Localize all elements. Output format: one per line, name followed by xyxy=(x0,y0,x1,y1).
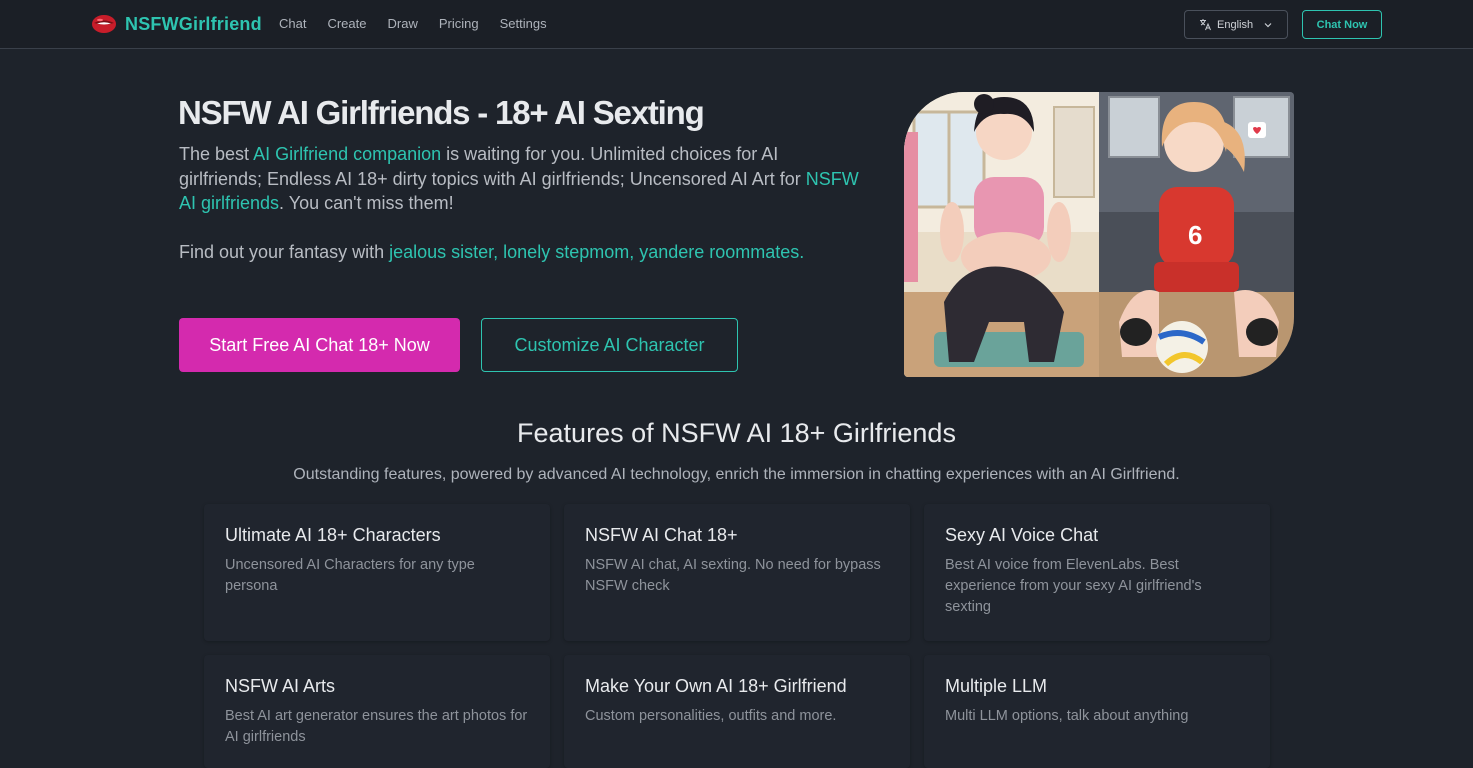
hero-desc-text-1: The best xyxy=(179,144,254,164)
hero-illustration: 6 xyxy=(904,92,1294,377)
feature-card-desc: Multi LLM options, talk about anything xyxy=(945,708,1189,724)
chat-now-button[interactable]: Chat Now xyxy=(1302,10,1382,39)
hero-artwork: 6 xyxy=(904,92,1294,377)
translate-icon xyxy=(1200,19,1211,31)
feature-card: NSFW AI Chat 18+ NSFW AI chat, AI sextin… xyxy=(564,504,910,641)
hero-desc-text-3: . You can't miss them! xyxy=(279,193,454,213)
feature-card-title: Multiple LLM xyxy=(945,676,1048,696)
feature-card: Ultimate AI 18+ Characters Uncensored AI… xyxy=(204,504,550,641)
feature-card-desc: Best AI voice from ElevenLabs. Best expe… xyxy=(945,557,1202,615)
language-label: English xyxy=(1217,18,1254,31)
hero-title: NSFW AI Girlfriends - 18+ AI Sexting xyxy=(178,94,705,131)
feature-card-title: NSFW AI Arts xyxy=(225,676,336,696)
feature-card: Make Your Own AI 18+ Girlfriend Custom p… xyxy=(564,655,910,768)
hero-description: The best AI Girlfriend companion is wait… xyxy=(179,142,859,216)
features-title: Features of NSFW AI 18+ Girlfriends xyxy=(517,418,956,448)
nav-link-draw[interactable]: Draw xyxy=(388,16,418,31)
feature-card-title: Ultimate AI 18+ Characters xyxy=(225,525,441,545)
nav-link-create[interactable]: Create xyxy=(327,16,366,31)
feature-card-desc: Custom personalities, outfits and more. xyxy=(585,708,837,724)
feature-card-title: Make Your Own AI 18+ Girlfriend xyxy=(585,676,847,696)
language-selector[interactable]: English xyxy=(1184,10,1288,39)
feature-card: Sexy AI Voice Chat Best AI voice from El… xyxy=(924,504,1270,641)
brand-logo[interactable]: NSFWGirlfriend xyxy=(91,12,262,36)
hero-fantasy-line: Find out your fantasy with jealous siste… xyxy=(179,240,879,264)
lips-icon xyxy=(92,15,116,33)
fantasy-links[interactable]: jealous sister, lonely stepmom, yandere … xyxy=(389,242,804,262)
features-subtitle: Outstanding features, powered by advance… xyxy=(293,466,1180,483)
feature-card: NSFW AI Arts Best AI art generator ensur… xyxy=(204,655,550,768)
feature-card-desc: NSFW AI chat, AI sexting. No need for by… xyxy=(585,557,881,594)
top-navbar: NSFWGirlfriend Chat Create Draw Pricing … xyxy=(0,0,1473,49)
brand-name: NSFWGirlfriend xyxy=(125,13,262,34)
feature-card: Multiple LLM Multi LLM options, talk abo… xyxy=(924,655,1270,768)
chevron-down-icon xyxy=(1264,22,1272,27)
fantasy-prefix: Find out your fantasy with xyxy=(179,242,390,262)
ai-girlfriend-companion-link[interactable]: AI Girlfriend companion xyxy=(253,144,441,164)
feature-card-title: Sexy AI Voice Chat xyxy=(945,525,1099,545)
nav-link-pricing[interactable]: Pricing xyxy=(439,16,479,31)
customize-character-button[interactable]: Customize AI Character xyxy=(481,318,738,372)
feature-card-desc: Best AI art generator ensures the art ph… xyxy=(225,708,528,745)
nav-link-chat[interactable]: Chat xyxy=(279,16,306,31)
nav-link-settings[interactable]: Settings xyxy=(500,16,547,31)
feature-card-desc: Uncensored AI Characters for any type pe… xyxy=(225,557,475,594)
svg-text:6: 6 xyxy=(1188,220,1202,250)
feature-card-title: NSFW AI Chat 18+ xyxy=(585,525,738,545)
nav-links: Chat Create Draw Pricing Settings xyxy=(279,16,568,31)
start-free-chat-button[interactable]: Start Free AI Chat 18+ Now xyxy=(179,318,460,372)
